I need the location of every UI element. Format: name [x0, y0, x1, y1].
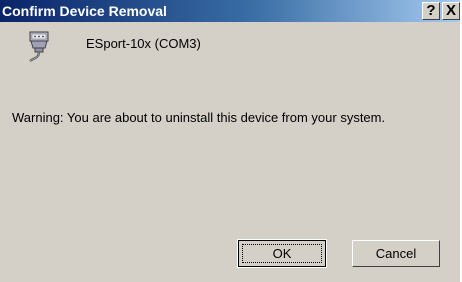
- cancel-button[interactable]: Cancel: [352, 240, 440, 267]
- ok-button[interactable]: OK: [237, 239, 327, 268]
- question-mark-icon: ?: [426, 2, 436, 19]
- serial-port-connector-icon: [29, 31, 49, 62]
- close-icon: X: [445, 2, 456, 19]
- confirm-device-removal-dialog: Confirm Device Removal ? X ESport-10x (C…: [0, 0, 460, 282]
- window-title: Confirm Device Removal: [2, 3, 167, 19]
- close-button[interactable]: X: [442, 2, 460, 20]
- help-button[interactable]: ?: [422, 2, 440, 20]
- cancel-button-label: Cancel: [375, 246, 417, 261]
- ok-button-label: OK: [272, 246, 292, 261]
- device-name: ESport-10x (COM3): [86, 36, 201, 51]
- title-bar[interactable]: Confirm Device Removal ? X: [0, 0, 460, 22]
- warning-message: Warning: You are about to uninstall this…: [12, 110, 386, 125]
